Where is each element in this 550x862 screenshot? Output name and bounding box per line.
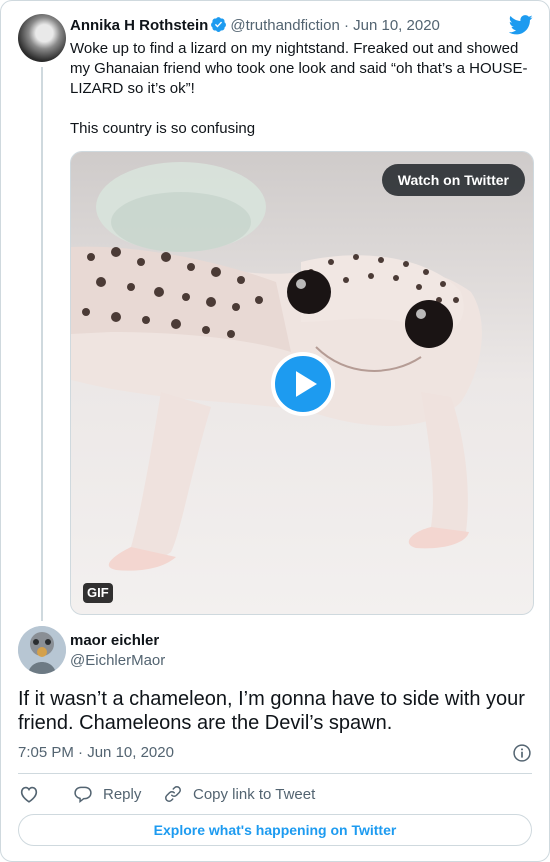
explore-twitter-button[interactable]: Explore what's happening on Twitter (18, 814, 532, 846)
play-button[interactable] (271, 352, 335, 416)
tweet-date[interactable]: Jun 10, 2020 (353, 17, 440, 34)
reply-avatar-image (18, 626, 66, 674)
embedded-tweet-card: Annika H Rothstein @truthandfiction · Jun… (0, 0, 550, 862)
tweet-text-line-2: This country is so confusing (70, 120, 256, 137)
reply-label: Reply (103, 785, 142, 803)
tweet-header: Annika H Rothstein @truthandfiction · Jun… (70, 16, 440, 36)
reply-time: 7:05 PM (18, 744, 74, 761)
reply-author-name[interactable]: maor eichler (70, 631, 159, 651)
link-icon (165, 786, 181, 802)
copy-link-label: Copy link to Tweet (193, 785, 316, 803)
media-gif-container[interactable]: Watch on Twitter GIF (70, 151, 534, 615)
reply-author-handle[interactable]: @EichlerMaor (70, 651, 165, 671)
thread-connector-line (41, 67, 43, 621)
copy-link-button[interactable]: Copy link to Tweet (163, 783, 315, 805)
tweet-text-line-1: Woke up to find a lizard on my nightstan… (70, 40, 528, 97)
gif-badge: GIF (83, 583, 113, 603)
header-separator: · (343, 17, 349, 34)
like-button[interactable] (18, 783, 50, 805)
actions-divider (18, 773, 532, 774)
author-avatar[interactable] (18, 14, 66, 62)
reply-bubble-icon (74, 786, 92, 804)
reply-button[interactable]: Reply (73, 783, 141, 805)
info-icon[interactable] (512, 743, 532, 763)
reply-time-separator: · (78, 744, 84, 761)
twitter-bird-icon[interactable] (509, 15, 533, 35)
watch-on-twitter-button[interactable]: Watch on Twitter (381, 164, 525, 196)
author-name[interactable]: Annika H Rothstein (70, 17, 208, 34)
tweet-text: Woke up to find a lizard on my nightstan… (70, 39, 530, 139)
play-icon (296, 371, 317, 397)
author-handle[interactable]: @truthandfiction (230, 17, 339, 34)
reply-date: Jun 10, 2020 (87, 744, 174, 761)
reply-author-avatar[interactable] (18, 626, 66, 674)
reply-text: If it wasn’t a chameleon, I’m gonna have… (18, 688, 525, 734)
heart-icon (20, 786, 38, 803)
verified-badge-icon (211, 17, 227, 32)
reply-timestamp[interactable]: 7:05 PM · Jun 10, 2020 (18, 743, 174, 763)
